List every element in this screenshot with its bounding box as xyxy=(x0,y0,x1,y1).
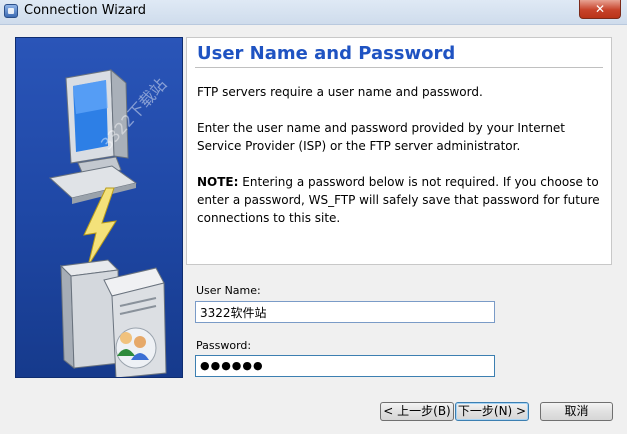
window-title: Connection Wizard xyxy=(24,3,147,18)
back-button[interactable]: < 上一步(B) xyxy=(380,402,454,421)
instruction-text: Enter the user name and password provide… xyxy=(197,121,566,153)
heading-divider xyxy=(195,67,603,68)
close-button[interactable]: ✕ xyxy=(579,0,621,19)
username-input[interactable] xyxy=(195,301,495,323)
intro-text: FTP servers require a user name and pass… xyxy=(197,85,483,99)
password-label: Password: xyxy=(196,339,252,352)
username-label: User Name: xyxy=(196,284,261,297)
content-panel: User Name and Password FTP servers requi… xyxy=(186,37,612,265)
wizard-illustration: 3322下载站 xyxy=(15,37,183,378)
note-body: Entering a password below is not require… xyxy=(197,175,600,225)
server-icon xyxy=(59,259,167,377)
cancel-button[interactable]: 取消 xyxy=(540,402,613,421)
password-input[interactable]: ●●●●●● xyxy=(195,355,495,377)
monitor-icon xyxy=(48,68,138,204)
network-illustration xyxy=(48,68,167,377)
note-text: NOTE: Entering a password below is not r… xyxy=(197,173,602,227)
page-heading: User Name and Password xyxy=(197,43,456,64)
note-label: NOTE: xyxy=(197,175,239,189)
next-button[interactable]: 下一步(N) > xyxy=(455,402,529,421)
app-icon xyxy=(4,4,18,18)
title-bar[interactable]: Connection Wizard ✕ xyxy=(0,0,627,25)
